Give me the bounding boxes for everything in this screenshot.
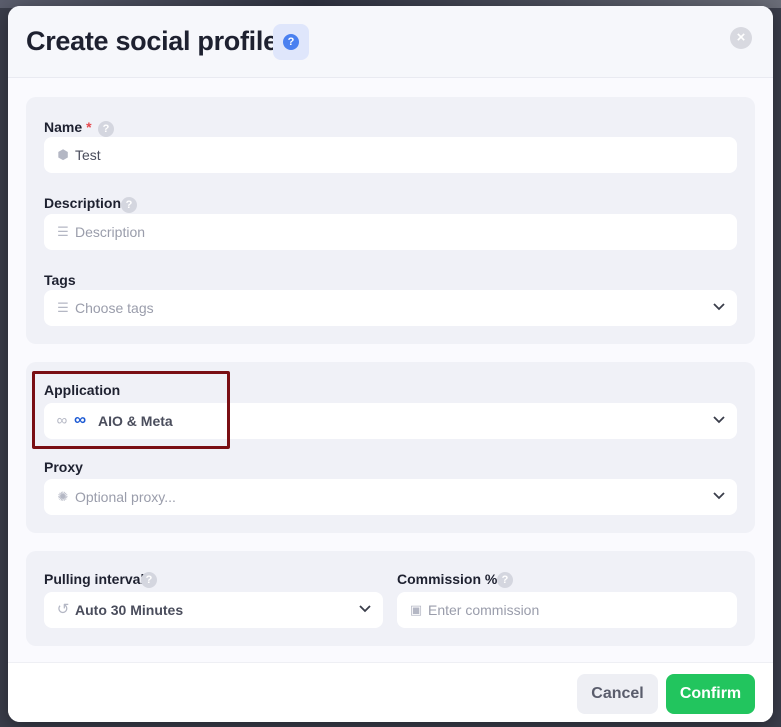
confirm-button[interactable]: Confirm	[666, 674, 755, 714]
pulling-interval-value: Auto 30 Minutes	[75, 602, 184, 618]
close-icon[interactable]: ×	[730, 27, 752, 49]
commission-input[interactable]: ▣ Enter commission	[397, 592, 737, 628]
hexagon-icon: ⬢	[57, 147, 69, 162]
description-placeholder: Description	[75, 224, 146, 240]
cancel-button[interactable]: Cancel	[577, 674, 658, 714]
dialog-title: Create social profile	[26, 26, 278, 56]
dialog-body: Name * ? ⬢ Test Description ? ☰ Descripti…	[8, 78, 773, 666]
tags-placeholder: Choose tags	[75, 300, 154, 316]
create-social-profile-dialog: Create social profile ? × Name * ? ⬢ Test…	[8, 6, 773, 722]
question-icon: ?	[283, 34, 299, 50]
proxy-select[interactable]: ✺ Optional proxy...	[44, 479, 737, 515]
highlight-box	[32, 371, 230, 449]
commission-placeholder: Enter commission	[428, 602, 540, 618]
name-label: Name *	[44, 119, 92, 135]
tags-select[interactable]: ☰ Choose tags	[44, 290, 737, 326]
globe-icon: ✺	[57, 489, 69, 504]
help-button[interactable]: ?	[273, 24, 309, 60]
settings-card: Pulling interval ? ↺ Auto 30 Minutes Com…	[26, 551, 755, 646]
cash-icon: ▣	[409, 602, 423, 617]
description-label: Description	[44, 195, 122, 211]
name-field[interactable]: ⬢ Test	[44, 137, 737, 173]
chevron-down-icon	[359, 604, 371, 614]
commission-help-icon[interactable]: ?	[497, 572, 513, 588]
dialog-header: Create social profile ? ×	[8, 6, 773, 78]
commission-label: Commission %	[397, 571, 498, 587]
name-help-icon[interactable]: ?	[98, 121, 114, 137]
history-icon: ↺	[56, 601, 70, 618]
rows-icon: ☰	[57, 300, 69, 315]
rows-icon: ☰	[57, 224, 69, 239]
pulling-interval-label: Pulling interval	[44, 571, 145, 587]
pulling-interval-select[interactable]: ↺ Auto 30 Minutes	[44, 592, 383, 628]
chevron-down-icon	[713, 302, 725, 312]
dialog-footer: Cancel Confirm	[8, 662, 773, 722]
description-help-icon[interactable]: ?	[121, 197, 137, 213]
chevron-down-icon	[713, 415, 725, 425]
details-card: Name * ? ⬢ Test Description ? ☰ Descripti…	[26, 97, 755, 344]
name-label-text: Name	[44, 119, 83, 135]
name-value: Test	[75, 147, 101, 163]
description-field[interactable]: ☰ Description	[44, 214, 737, 250]
tags-label: Tags	[44, 272, 76, 288]
required-mark: *	[86, 119, 92, 135]
pulling-interval-help-icon[interactable]: ?	[141, 572, 157, 588]
chevron-down-icon	[713, 491, 725, 501]
proxy-label: Proxy	[44, 459, 83, 475]
proxy-placeholder: Optional proxy...	[75, 489, 176, 505]
